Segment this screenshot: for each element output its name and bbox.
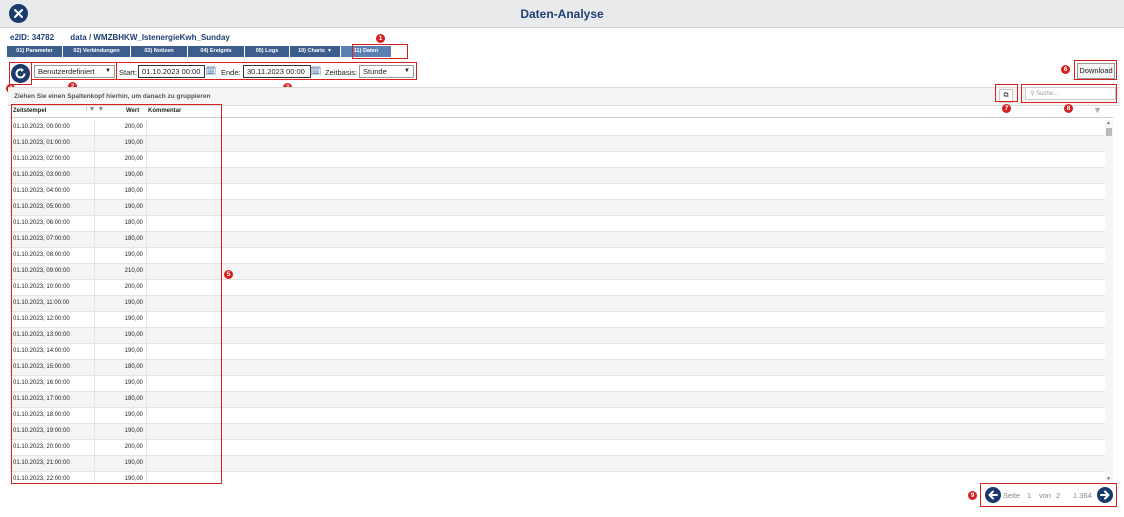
scroll-down-icon[interactable]: ▼ bbox=[1106, 476, 1111, 482]
scroll-thumb[interactable] bbox=[1106, 128, 1112, 136]
highlight-frame-5 bbox=[11, 104, 222, 484]
highlight-frame-7 bbox=[995, 84, 1018, 102]
window-title: Daten-Analyse bbox=[520, 7, 604, 21]
tab-parameter[interactable]: 01) Parameter bbox=[7, 46, 62, 57]
vertical-scrollbar[interactable]: ▲ ▼ bbox=[1105, 120, 1113, 482]
object-id: e2ID: 34782 bbox=[10, 33, 55, 42]
tab-label: 01) Parameter bbox=[16, 48, 53, 54]
highlight-frame-2 bbox=[31, 62, 117, 80]
highlight-frame-9 bbox=[980, 483, 1117, 507]
tab-verbindungen[interactable]: 02) Verbindungen bbox=[63, 46, 130, 57]
tab-label: 03) Notizen bbox=[144, 48, 174, 54]
highlight-frame-6 bbox=[1074, 60, 1117, 80]
object-info: e2ID: 34782 data / WMZBHKW_IstenergieKwh… bbox=[10, 33, 244, 42]
data-analysis-window: { "window": { "title": "Daten-Analyse" }… bbox=[0, 0, 1124, 517]
scroll-up-icon[interactable]: ▲ bbox=[1106, 120, 1111, 126]
tab-label: 02) Verbindungen bbox=[73, 48, 120, 54]
tab-notizen[interactable]: 03) Notizen bbox=[131, 46, 187, 57]
annotation-badge-6: 6 bbox=[1061, 65, 1070, 74]
highlight-frame-4 bbox=[9, 62, 32, 85]
annotation-badge-5: 5 bbox=[224, 270, 233, 279]
annotation-badge-1: 1 bbox=[376, 34, 385, 43]
chevron-down-icon: ▼ bbox=[326, 48, 332, 54]
tab-label: 04) Ereignis bbox=[200, 48, 232, 54]
annotation-badge-9: 9 bbox=[968, 491, 977, 500]
tab-label: 10) Charts bbox=[298, 48, 325, 54]
tab-label: 05) Logs bbox=[255, 48, 279, 54]
group-hint: Ziehen Sie einen Spaltenkopf hierhin, um… bbox=[14, 93, 211, 100]
tab-ereignis[interactable]: 04) Ereignis bbox=[188, 46, 244, 57]
tab-logs[interactable]: 05) Logs bbox=[245, 46, 289, 57]
tab-bar: 01) Parameter 02) Verbindungen 03) Notiz… bbox=[7, 46, 392, 57]
highlight-frame-1 bbox=[352, 44, 408, 59]
title-bar: Daten-Analyse bbox=[0, 0, 1124, 28]
highlight-frame-3 bbox=[116, 62, 417, 80]
tab-charts[interactable]: 10) Charts ▼ bbox=[290, 46, 340, 57]
highlight-frame-8 bbox=[1021, 84, 1117, 103]
object-path: data / WMZBHKW_IstenergieKwh_Sunday bbox=[70, 33, 230, 42]
